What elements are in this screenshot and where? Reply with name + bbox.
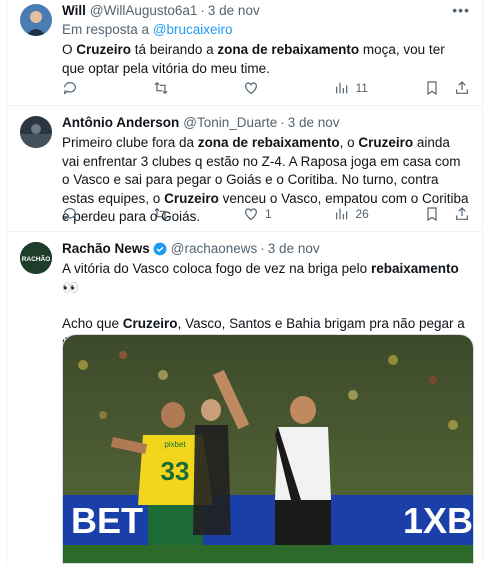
reply-mention[interactable]: @brucaixeiro — [153, 22, 233, 37]
billboard-left-text: BET — [71, 500, 143, 541]
highlighted-keyword: Cruzeiro — [122, 316, 178, 331]
jersey-number: 33 — [161, 456, 190, 486]
author-handle[interactable]: @WillAugusto6a1 — [90, 2, 198, 20]
views-count: 11 — [355, 81, 368, 95]
highlighted-keyword: rebaixamento — [370, 261, 459, 276]
tweet-media-photo[interactable]: BET 1XB 33 pixbet — [62, 334, 474, 564]
more-icon[interactable]: ••• — [452, 2, 470, 18]
share-icon[interactable] — [454, 80, 470, 96]
views-button[interactable]: 11 — [334, 80, 404, 96]
retweet-button[interactable] — [153, 80, 223, 96]
highlighted-keyword: Cruzeiro — [76, 42, 132, 57]
like-icon — [245, 208, 257, 221]
football-photo: BET 1XB 33 pixbet — [63, 335, 473, 563]
action-bar: 11 — [62, 78, 470, 98]
tweet-rachao[interactable]: RACHÃO Rachão News @rachaonews · 3 de no… — [7, 232, 484, 564]
tweet-will[interactable]: Will @WillAugusto6a1 · 3 de nov ••• Em r… — [7, 0, 484, 106]
text-segment: tá beirando a — [131, 42, 218, 57]
author-name[interactable]: Rachão News — [62, 240, 150, 258]
retweet-icon — [154, 207, 167, 221]
right-actions — [424, 80, 470, 96]
share-icon[interactable] — [454, 206, 470, 222]
reply-button[interactable] — [62, 206, 132, 222]
tweet-date[interactable]: 3 de nov — [268, 240, 320, 258]
jersey-sponsor: pixbet — [164, 440, 186, 449]
bookmark-icon[interactable] — [424, 206, 440, 222]
views-button[interactable]: 26 — [334, 206, 404, 222]
tweet-antonio[interactable]: Antônio Anderson @Tonin_Duarte · 3 de no… — [7, 106, 484, 232]
text-segment: , o — [339, 135, 359, 150]
tweet-date[interactable]: 3 de nov — [208, 2, 260, 20]
verified-icon — [153, 242, 167, 256]
right-actions — [424, 206, 470, 222]
like-button[interactable]: 1 — [243, 206, 313, 222]
retweet-button[interactable] — [153, 206, 223, 222]
tweet-body: Will @WillAugusto6a1 · 3 de nov ••• Em r… — [62, 2, 470, 78]
views-icon — [335, 208, 347, 220]
text-segment: O — [62, 42, 77, 57]
reply-context: Em resposta a @brucaixeiro — [62, 21, 470, 39]
reply-button[interactable] — [62, 80, 132, 96]
views-icon — [335, 82, 347, 94]
avatar[interactable] — [20, 116, 52, 148]
tweet-date[interactable]: 3 de nov — [288, 114, 340, 132]
avatar[interactable] — [20, 4, 52, 36]
separator-dot: · — [200, 3, 205, 18]
avatar[interactable]: RACHÃO — [20, 242, 52, 274]
views-count: 26 — [355, 207, 369, 221]
reply-icon — [63, 82, 76, 95]
retweet-icon — [154, 81, 167, 95]
tweet-header: Will @WillAugusto6a1 · 3 de nov — [62, 2, 470, 20]
highlighted-keyword: Cruzeiro — [358, 135, 414, 150]
author-handle[interactable]: @Tonin_Duarte — [183, 114, 277, 132]
author-name[interactable]: Will — [62, 2, 86, 20]
reply-prefix: Em resposta a — [62, 22, 150, 37]
tweet-header: Rachão News @rachaonews · 3 de nov — [62, 240, 470, 258]
text-segment: 👀 — [62, 279, 79, 295]
separator-dot: · — [260, 241, 265, 256]
author-handle[interactable]: @rachaonews — [171, 240, 258, 258]
billboard-right-text: 1XB — [403, 500, 473, 541]
separator-dot: · — [280, 115, 285, 130]
tweet-header: Antônio Anderson @Tonin_Duarte · 3 de no… — [62, 114, 470, 132]
text-segment: A vitória do Vasco coloca fogo de vez na… — [62, 261, 371, 276]
text-segment: Primeiro clube fora da — [62, 135, 198, 150]
highlighted-keyword: zona de rebaixamento — [217, 42, 360, 57]
like-icon — [245, 82, 257, 95]
like-count: 1 — [265, 207, 272, 221]
highlighted-keyword: zona de rebaixamento — [197, 135, 340, 150]
tweet-text: O Cruzeiro tá beirando a zona de rebaixa… — [62, 41, 470, 78]
text-segment: Acho que — [62, 316, 123, 331]
tweet-text: A vitória do Vasco coloca fogo de vez na… — [62, 260, 470, 297]
author-name[interactable]: Antônio Anderson — [62, 114, 179, 132]
action-bar: 1 26 — [62, 204, 470, 224]
like-button[interactable] — [243, 80, 313, 96]
reply-icon — [63, 208, 76, 221]
avatar-logo-text: RACHÃO — [22, 254, 51, 263]
bookmark-icon[interactable] — [424, 80, 440, 96]
timeline: Will @WillAugusto6a1 · 3 de nov ••• Em r… — [6, 0, 484, 564]
